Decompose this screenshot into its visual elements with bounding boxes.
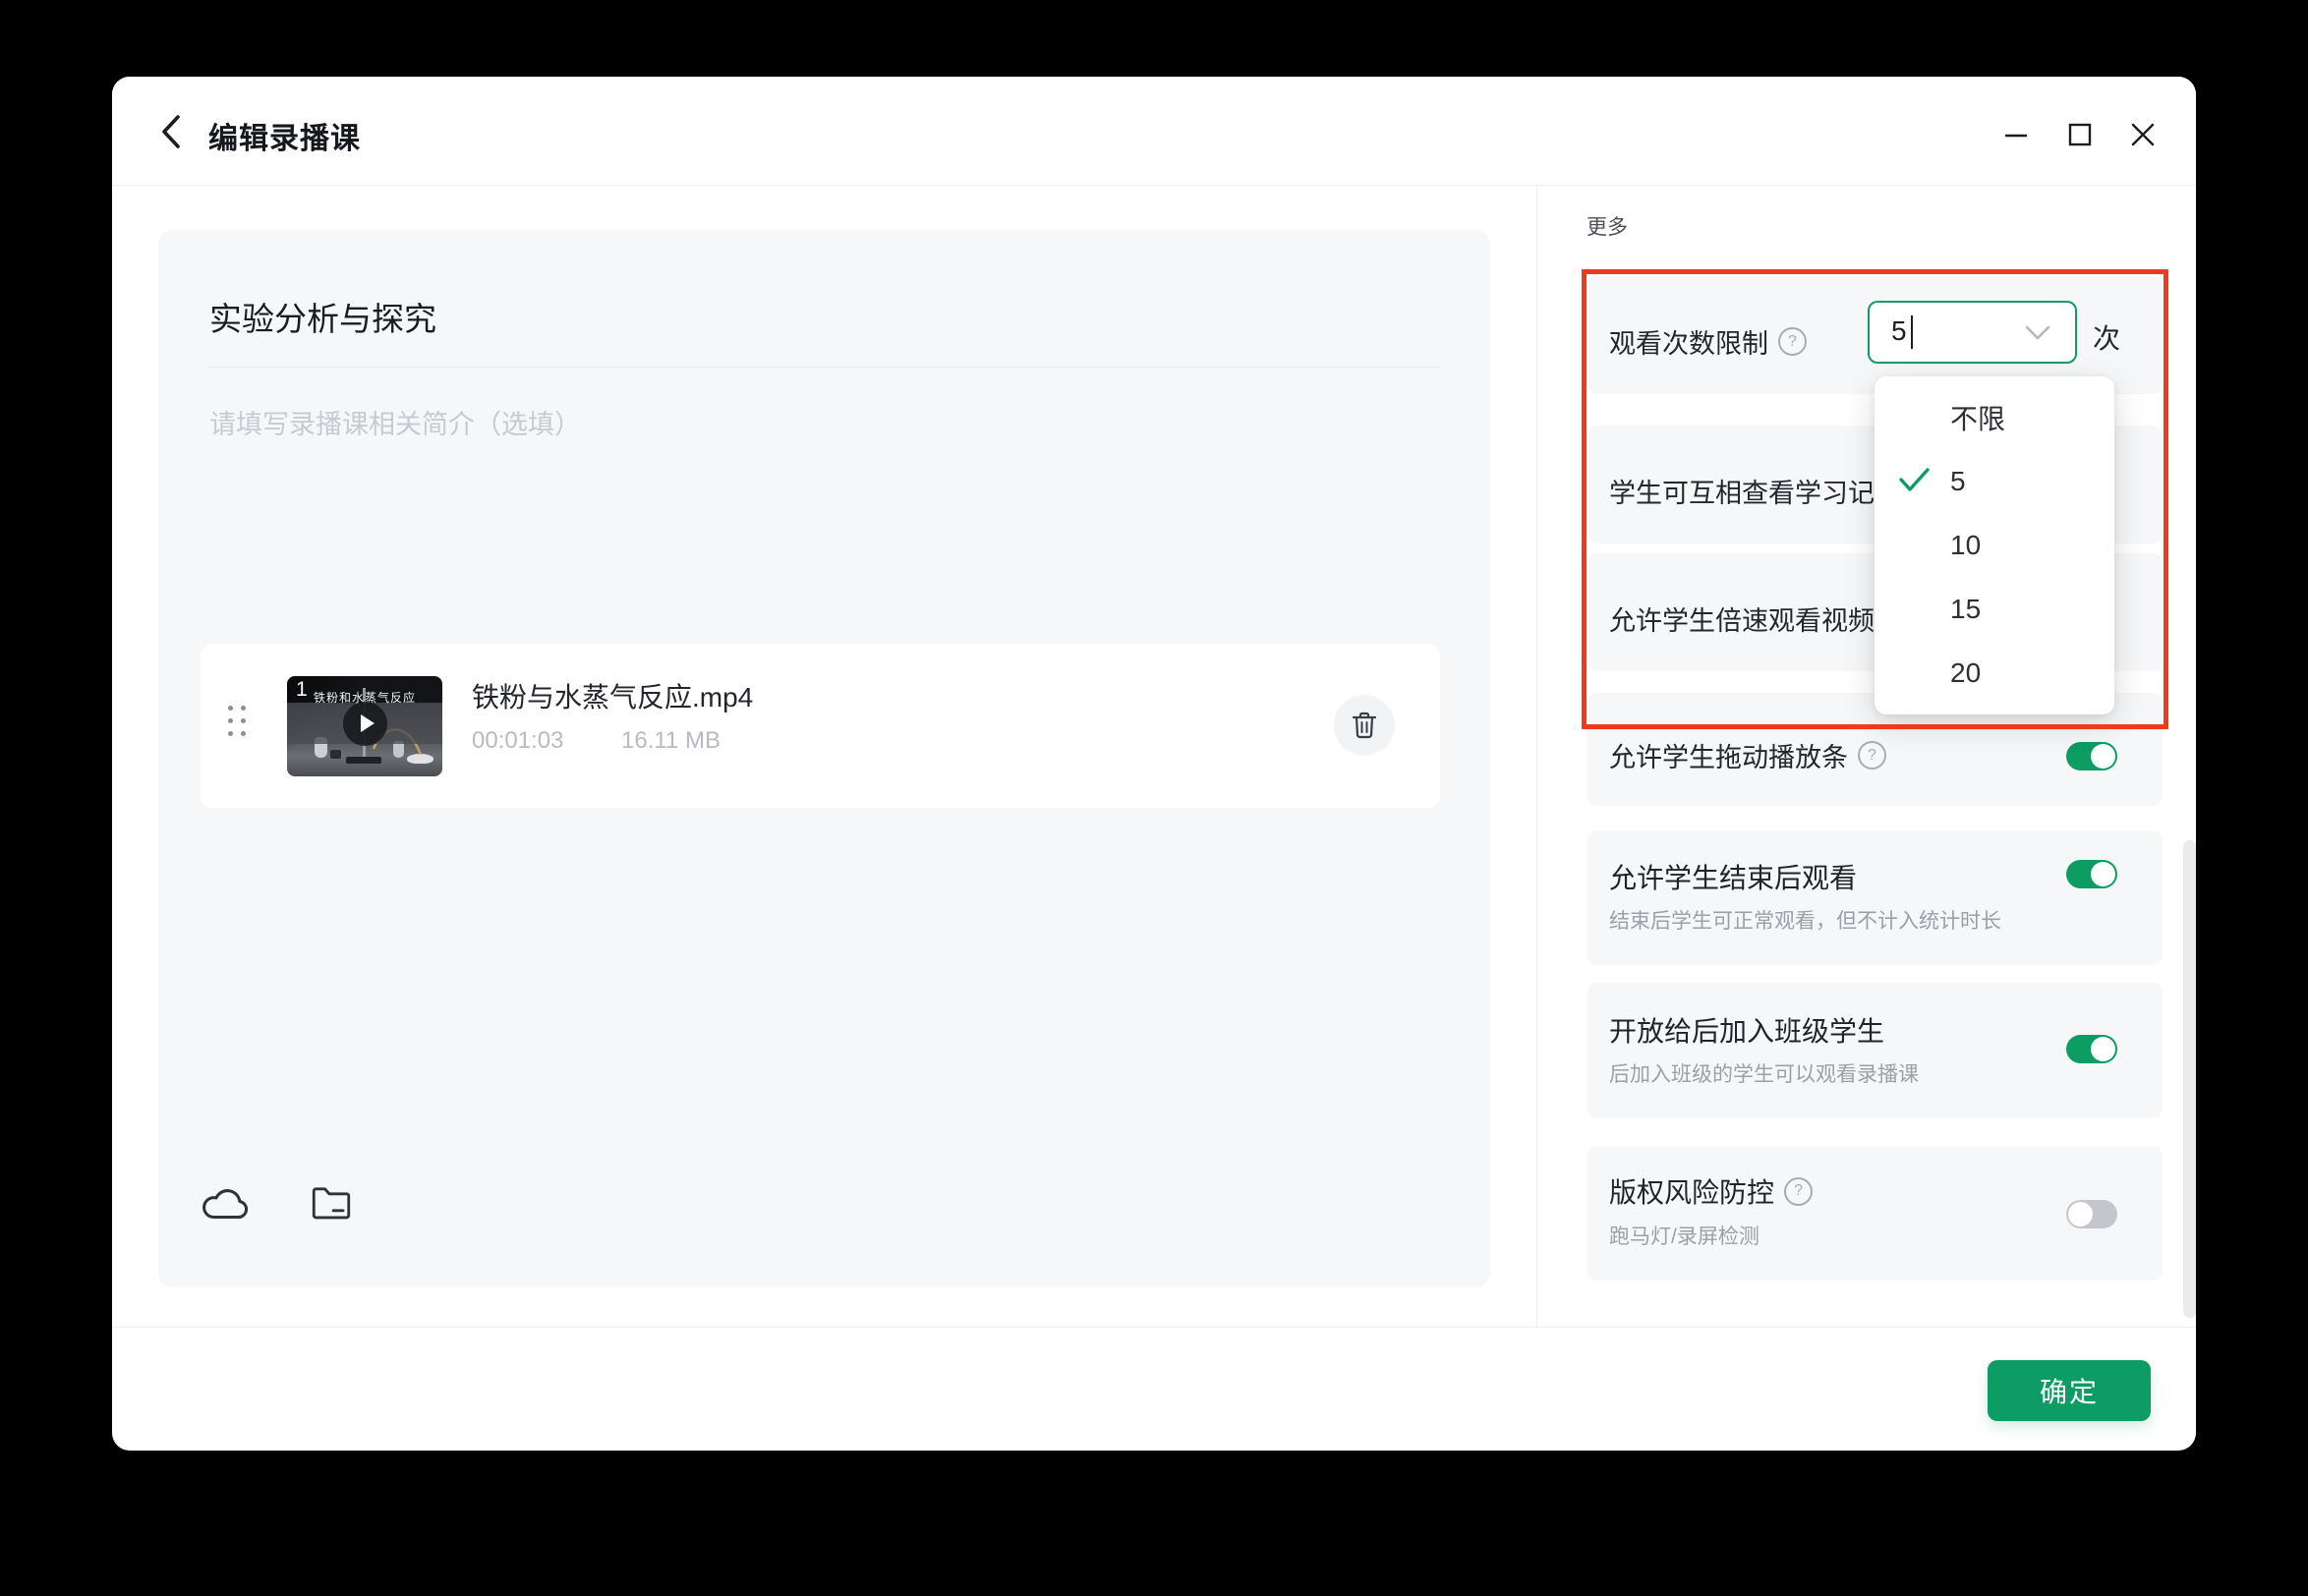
watch-limit-value: 5 [1891, 315, 1907, 347]
folder-icon [310, 1183, 353, 1223]
video-filename: 铁粉与水蒸气反应.mp4 [472, 676, 753, 715]
late-joiners-label: 开放给后加入班级学生 [1609, 1010, 1884, 1050]
watch-after-end-subtitle: 结束后学生可正常观看，但不计入统计时长 [1609, 905, 2001, 935]
title-divider [209, 367, 1439, 368]
check-icon [1898, 466, 1932, 493]
sidebar-divider [1536, 185, 1537, 1327]
toggle-knob [2068, 1202, 2093, 1226]
drag-handle[interactable] [228, 706, 246, 736]
video-duration: 00:01:03 [472, 727, 563, 755]
chevron-left-icon [160, 114, 182, 149]
play-icon [343, 702, 387, 746]
description-textarea[interactable]: 请填写录播课相关简介（选填） [209, 403, 581, 441]
watch-after-end-label: 允许学生结束后观看 [1609, 857, 1857, 896]
toggle-knob [2091, 744, 2115, 769]
late-joiners-toggle[interactable] [2066, 1035, 2117, 1063]
watch-limit-select[interactable]: 5 [1868, 301, 2077, 364]
copyright-subtitle: 跑马灯/录屏检测 [1609, 1221, 1760, 1250]
help-icon[interactable]: ? [1784, 1177, 1813, 1206]
watch-limit-label: 观看次数限制 ? [1609, 322, 1807, 361]
cloud-upload-button[interactable] [198, 1179, 253, 1226]
page-title: 编辑录播课 [208, 114, 361, 157]
video-thumbnail[interactable]: 铁粉和水蒸气反应 1 [287, 676, 442, 776]
close-icon [2129, 121, 2157, 148]
back-button[interactable] [151, 112, 191, 151]
delete-video-button[interactable] [1334, 695, 1395, 756]
more-section-label: 更多 [1587, 211, 1628, 241]
playback-speed-label: 允许学生倍速观看视频 [1609, 599, 1875, 638]
setting-card-watch-after-end: 允许学生结束后观看 结束后学生可正常观看，但不计入统计时长 [1587, 830, 2163, 965]
dropdown-option-unlimited[interactable]: 不限 [1875, 385, 2114, 449]
option-label: 15 [1950, 594, 1981, 625]
minimize-icon [2002, 121, 2030, 148]
copyright-label: 版权风险防控 ? [1609, 1171, 1813, 1211]
dropdown-option-20[interactable]: 20 [1875, 641, 2114, 705]
local-folder-button[interactable] [308, 1181, 355, 1225]
maximize-icon [2066, 121, 2094, 148]
video-list-item: 铁粉和水蒸气反应 1 铁粉与水蒸气反应.mp4 00:01:03 16.11 M… [201, 644, 1440, 808]
text-cursor [1911, 315, 1913, 349]
close-button[interactable] [2122, 114, 2164, 155]
dropdown-option-5[interactable]: 5 [1875, 449, 2114, 513]
sidebar-scrollbar[interactable] [2183, 840, 2196, 1318]
copyright-label-text: 版权风险防控 [1609, 1171, 1774, 1211]
video-filesize: 16.11 MB [621, 727, 721, 755]
drag-progress-label: 允许学生拖动播放条 ? [1609, 736, 1886, 774]
drag-progress-label-text: 允许学生拖动播放条 [1609, 736, 1848, 774]
chevron-down-icon [2024, 324, 2051, 342]
watch-limit-unit: 次 [2093, 317, 2120, 357]
course-title-input[interactable]: 实验分析与探究 [209, 293, 436, 340]
dropdown-option-15[interactable]: 15 [1875, 577, 2114, 641]
option-label: 不限 [1950, 398, 2005, 437]
dialog-header: 编辑录播课 [112, 77, 2196, 186]
cloud-icon [200, 1182, 251, 1224]
lab-lamp [330, 750, 341, 759]
footer-divider [112, 1327, 2196, 1328]
watch-limit-dropdown: 不限 5 10 15 20 [1875, 376, 2114, 714]
drag-progress-toggle[interactable] [2066, 742, 2117, 770]
peer-view-label: 学生可互相查看学习记录 [1609, 472, 1901, 510]
help-icon[interactable]: ? [1778, 327, 1807, 356]
trash-icon [1351, 711, 1378, 740]
confirm-button[interactable]: 确定 [1988, 1360, 2151, 1421]
video-index-badge: 1 [296, 678, 308, 702]
copyright-toggle[interactable] [2066, 1200, 2117, 1228]
option-label: 20 [1950, 657, 1981, 689]
watch-after-end-toggle[interactable] [2066, 860, 2117, 888]
course-content-panel: 实验分析与探究 请填写录播课相关简介（选填） 铁粉和水蒸气反应 1 铁粉与水蒸气… [158, 230, 1490, 1287]
watch-limit-label-text: 观看次数限制 [1609, 322, 1768, 361]
toggle-knob [2091, 1037, 2115, 1061]
maximize-button[interactable] [2059, 114, 2101, 155]
edit-recorded-course-dialog: 编辑录播课 实验分析与探究 请填写录播课相关简介（选填） [112, 77, 2196, 1451]
toggle-knob [2091, 862, 2115, 886]
option-label: 10 [1950, 530, 1981, 561]
dropdown-option-10[interactable]: 10 [1875, 513, 2114, 577]
minimize-button[interactable] [1995, 114, 2037, 155]
help-icon[interactable]: ? [1858, 741, 1886, 770]
option-label: 5 [1950, 466, 1966, 497]
late-joiners-subtitle: 后加入班级的学生可以观看录播课 [1609, 1058, 1919, 1088]
